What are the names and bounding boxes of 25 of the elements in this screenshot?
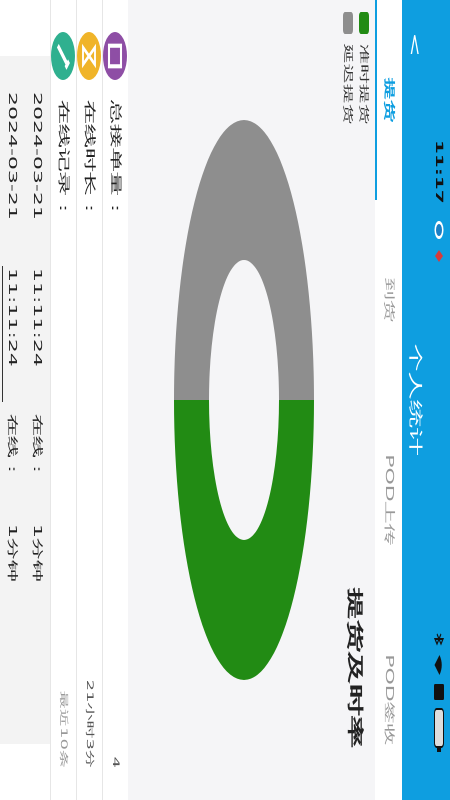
app-notification-icon	[434, 220, 444, 240]
record-duration: 1分钟	[30, 524, 45, 582]
record-status: 在线：	[5, 414, 20, 482]
battery-icon	[434, 708, 444, 752]
stat-label: 在线时长：	[82, 100, 98, 220]
record-time: 11:11:24	[6, 268, 19, 369]
stat-value: 21小时3分	[83, 680, 96, 768]
record-duration: 1分钟	[5, 524, 20, 582]
record-date: 2024-03-21	[6, 92, 19, 222]
stat-value: 4	[110, 756, 120, 768]
page-title: 个人统计	[406, 343, 424, 458]
stat-label: 总接单量：	[108, 100, 124, 220]
app-notification-icon	[434, 248, 444, 264]
chart-title: 提货及时率	[345, 588, 365, 748]
record-status: 在线：	[30, 414, 45, 482]
bluetooth-icon	[434, 632, 444, 646]
status-time: 11:17	[434, 140, 444, 204]
legend-label: 准时提货	[357, 44, 370, 124]
stat-label: 在线记录：	[56, 100, 72, 220]
record-time: 11:11:24	[31, 268, 44, 369]
legend-label: 延迟提货	[341, 44, 354, 124]
record-date: 2024-03-21	[31, 92, 44, 222]
records-link[interactable]: 最近10条	[57, 691, 70, 768]
back-button[interactable]: <	[406, 0, 424, 58]
hourglass-icon	[78, 32, 102, 80]
